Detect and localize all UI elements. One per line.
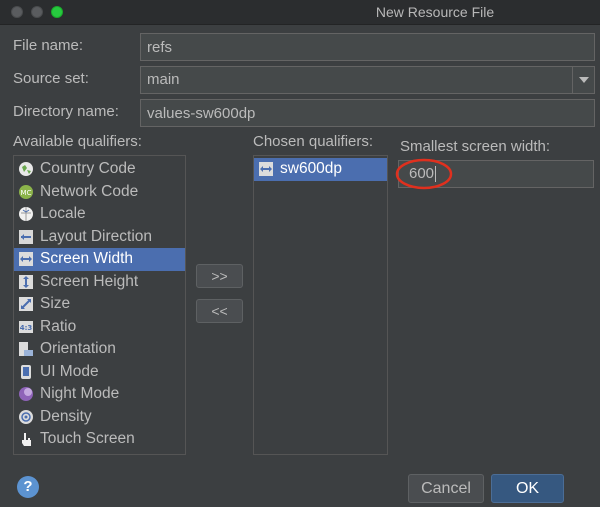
available-qualifier-item-label: Screen Width	[40, 250, 134, 268]
available-qualifier-item[interactable]: 4:3 Ratio	[14, 316, 185, 339]
available-qualifier-item[interactable]: Touch Screen	[14, 428, 185, 451]
chosen-qualifier-item-label: sw600dp	[280, 160, 343, 178]
available-qualifier-item[interactable]: Density	[14, 406, 185, 429]
screen-height-icon	[18, 274, 34, 290]
window-title: New Resource File	[375, 4, 495, 20]
ui-mode-icon	[18, 364, 34, 380]
chosen-qualifiers-list[interactable]: sw600dp	[253, 155, 388, 455]
size-icon	[18, 296, 34, 312]
available-qualifier-item[interactable]: Screen Width	[14, 248, 185, 271]
density-icon	[18, 409, 34, 425]
night-mode-icon	[18, 386, 34, 402]
directory-name-input[interactable]	[140, 99, 595, 127]
available-qualifier-item-label: Country Code	[40, 160, 136, 178]
svg-text:4:3: 4:3	[20, 324, 33, 332]
available-qualifier-item-label: UI Mode	[40, 362, 99, 380]
file-name-label: File name:	[13, 37, 84, 54]
chosen-qualifiers-label: Chosen qualifiers:	[253, 133, 374, 150]
ok-button[interactable]: OK	[491, 474, 564, 503]
available-qualifier-item[interactable]: Locale	[14, 203, 185, 226]
available-qualifier-item-label: Network Code	[40, 182, 139, 200]
available-qualifier-item-label: Screen Height	[40, 272, 139, 290]
available-qualifier-item-label: Touch Screen	[40, 430, 135, 448]
available-qualifiers-label: Available qualifiers:	[13, 133, 142, 150]
available-qualifier-item-label: Night Mode	[40, 385, 120, 403]
source-set-label: Source set:	[13, 70, 89, 87]
chevron-down-icon[interactable]	[572, 67, 594, 93]
source-set-combobox[interactable]: main	[140, 66, 595, 94]
available-qualifier-item[interactable]: Orientation	[14, 338, 185, 361]
available-qualifier-item[interactable]: Night Mode	[14, 383, 185, 406]
smallest-screen-width-label: Smallest screen width:	[400, 138, 551, 155]
country-code-icon	[18, 161, 34, 177]
help-button[interactable]: ?	[17, 476, 39, 498]
svg-text:MC: MC	[21, 189, 32, 197]
title-bar: New Resource File	[0, 0, 600, 25]
available-qualifier-item[interactable]: Size	[14, 293, 185, 316]
available-qualifier-item-label: Orientation	[40, 340, 116, 358]
screen-width-icon	[18, 251, 34, 267]
touch-screen-icon	[18, 431, 34, 447]
available-qualifier-item[interactable]: MC Network Code	[14, 181, 185, 204]
directory-name-label: Directory name:	[13, 103, 119, 120]
orientation-icon	[18, 341, 34, 357]
available-qualifier-item-label: Ratio	[40, 317, 77, 335]
source-set-value: main	[147, 71, 180, 88]
available-qualifier-item-label: Density	[40, 407, 92, 425]
available-qualifier-item-label: Layout Direction	[40, 227, 153, 245]
network-code-icon: MC	[18, 184, 34, 200]
chosen-qualifier-item[interactable]: sw600dp	[254, 158, 387, 181]
available-qualifier-item[interactable]: Country Code	[14, 158, 185, 181]
file-name-input[interactable]	[140, 33, 595, 61]
available-qualifier-item[interactable]: Screen Height	[14, 271, 185, 294]
available-qualifier-item[interactable]: UI Mode	[14, 361, 185, 384]
available-qualifiers-list[interactable]: Country Code MC Network Code Locale Layout D…	[13, 155, 186, 455]
remove-qualifier-button[interactable]: <<	[196, 299, 243, 323]
ratio-icon: 4:3	[18, 319, 34, 335]
cancel-button[interactable]: Cancel	[408, 474, 484, 503]
add-qualifier-button[interactable]: >>	[196, 264, 243, 288]
locale-globe-icon	[18, 206, 34, 222]
annotation-circle	[395, 158, 453, 190]
screen-width-icon	[258, 161, 274, 177]
available-qualifier-item-label: Locale	[40, 205, 86, 223]
available-qualifier-item[interactable]: Layout Direction	[14, 226, 185, 249]
layout-direction-icon	[18, 229, 34, 245]
available-qualifier-item-label: Size	[40, 295, 71, 313]
